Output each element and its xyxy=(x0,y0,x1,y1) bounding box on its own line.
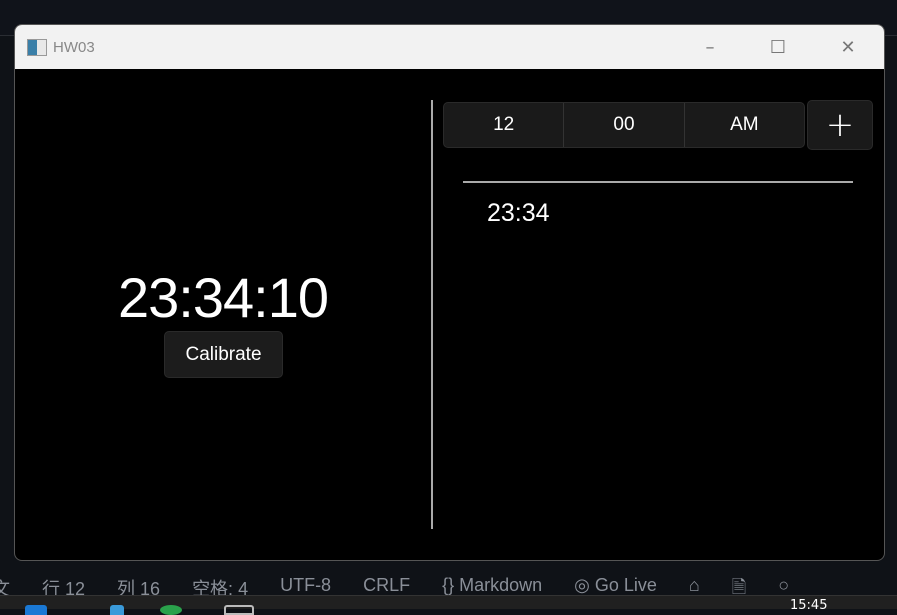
search-icon[interactable]: ○ xyxy=(778,575,789,595)
title-bar: HW03 – ☐ ✕ xyxy=(15,25,884,69)
minimize-button[interactable]: – xyxy=(687,25,733,69)
status-item[interactable]: ◎ Go Live xyxy=(574,575,657,595)
status-item[interactable]: 文 xyxy=(0,575,10,595)
hour-selector[interactable]: 12 xyxy=(444,103,565,147)
time-picker[interactable]: 12 00 AM xyxy=(443,102,805,148)
status-item[interactable]: 空格: 4 xyxy=(192,575,248,595)
app-icon[interactable] xyxy=(110,605,124,615)
start-icon[interactable] xyxy=(25,605,47,615)
status-icon[interactable]: 🗎 xyxy=(732,575,746,595)
window-icon[interactable] xyxy=(224,605,254,615)
app-icon xyxy=(27,38,47,56)
maximize-button[interactable]: ☐ xyxy=(755,25,801,69)
editor-status-bar: 文 行 12 列 16 空格: 4 UTF-8 CRLF {} Markdown… xyxy=(0,569,897,595)
clock-display: 23:34:10 xyxy=(118,266,329,329)
status-item[interactable]: 列 16 xyxy=(117,575,160,595)
status-item[interactable]: CRLF xyxy=(363,575,410,595)
browser-icon[interactable] xyxy=(160,605,182,615)
list-divider xyxy=(463,181,853,183)
status-item[interactable]: {} Markdown xyxy=(442,575,542,595)
calibrate-button[interactable]: Calibrate xyxy=(164,331,283,378)
app-window: HW03 – ☐ ✕ 23:34:10 Calibrate 12 00 AM +… xyxy=(14,24,885,561)
status-item[interactable]: UTF-8 xyxy=(280,575,331,595)
taskbar-clock[interactable]: 15:45 xyxy=(790,598,827,613)
add-alarm-button[interactable]: + xyxy=(807,100,873,150)
plus-icon: + xyxy=(825,105,855,145)
status-item[interactable]: 行 12 xyxy=(42,575,85,595)
taskbar: 15:45 xyxy=(0,595,897,615)
period-selector[interactable]: AM xyxy=(685,103,804,147)
status-icon[interactable]: ⌂ xyxy=(689,575,700,595)
divider xyxy=(431,100,433,529)
window-title: HW03 xyxy=(53,38,95,56)
alarm-list-item[interactable]: 23:34 xyxy=(487,199,550,228)
minute-selector[interactable]: 00 xyxy=(564,103,685,147)
close-button[interactable]: ✕ xyxy=(825,25,871,69)
